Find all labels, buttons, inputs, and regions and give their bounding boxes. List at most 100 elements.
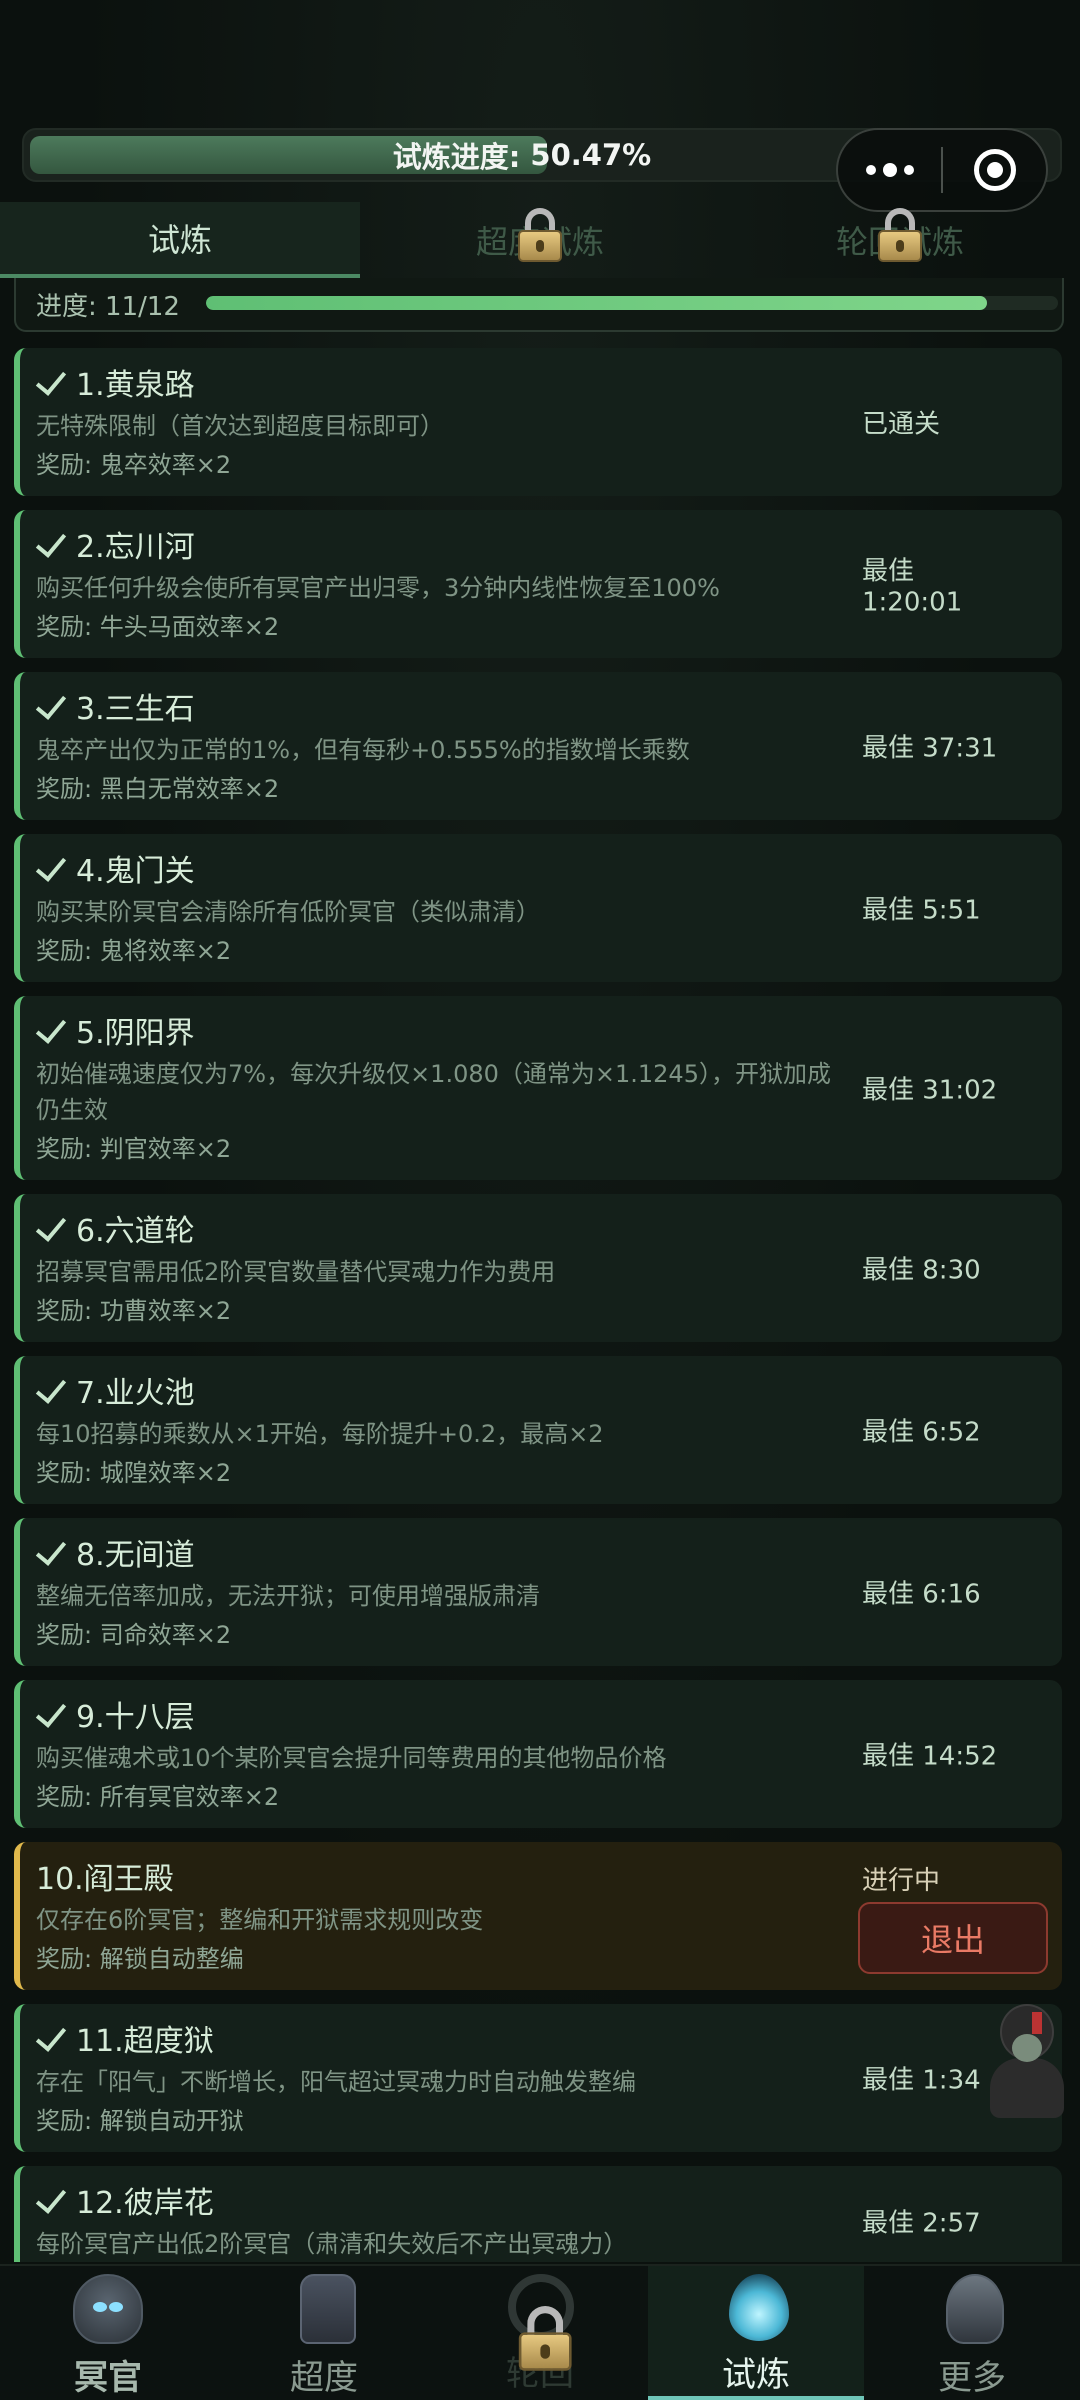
- trial-status: 最佳 2:57: [862, 2208, 981, 2239]
- nav-label: 试炼: [722, 2355, 790, 2395]
- trial-title-text: 6.六道轮: [76, 1214, 195, 1249]
- trial-title: 1.黄泉路: [36, 362, 1042, 403]
- close-miniprogram-button[interactable]: [943, 130, 1046, 210]
- nav-lunhui[interactable]: 轮回: [432, 2266, 648, 2400]
- trial-description: 每阶冥官产出低2阶冥官（肃清和失效后不产出冥魂力）: [36, 2230, 628, 2258]
- checkmark-icon: [36, 527, 70, 561]
- trial-status: 最佳 1:34: [862, 2065, 981, 2096]
- trial-title-text: 10.阎王殿: [36, 1862, 174, 1897]
- trial-card[interactable]: 2.忘川河 购买任何升级会使所有冥官产出归零，3分钟内线性恢复至100% 奖励: 牛…: [14, 510, 1062, 658]
- checkmark-icon: [36, 2183, 70, 2217]
- trial-title-text: 4.鬼门关: [76, 854, 195, 889]
- dot-icon: [882, 163, 897, 177]
- trial-title: 4.鬼门关: [36, 848, 1042, 889]
- nav-label: 超度: [290, 2358, 358, 2398]
- trial-description: 仅存在6阶冥官；整编和开狱需求规则改变: [36, 1906, 484, 1934]
- trial-card[interactable]: 6.六道轮招募冥官需用低2阶冥官数量替代冥魂力作为费用 奖励: 功曹效率×2 最佳 …: [14, 1194, 1062, 1342]
- nav-label: 冥官: [74, 2358, 142, 2398]
- trial-title-text: 7.业火池: [76, 1376, 195, 1411]
- miniprogram-capsule: [836, 128, 1048, 212]
- trial-reward: 奖励: 鬼卒效率×2: [36, 451, 232, 479]
- trial-title-text: 12.彼岸花: [76, 2186, 214, 2221]
- exit-trial-button[interactable]: 退出: [858, 1902, 1048, 1974]
- checkmark-icon: [36, 851, 70, 885]
- trial-count-bar: [206, 296, 1058, 310]
- trials-page: 试炼进度: 50.47% 试炼 超度试炼 轮回试炼: [0, 0, 1080, 2400]
- trial-title-text: 9.十八层: [76, 1700, 195, 1735]
- trial-status: 最佳 6:16: [862, 1579, 981, 1610]
- ghost-helper-avatar[interactable]: [986, 2004, 1066, 2122]
- tab-trial[interactable]: 试炼: [0, 202, 360, 278]
- checkmark-icon: [36, 365, 70, 399]
- trial-title-text: 3.三生石: [76, 692, 195, 727]
- trial-title: 11.超度狱: [36, 2018, 1042, 2059]
- trial-status: 进行中: [862, 1866, 941, 1896]
- trial-card[interactable]: 4.鬼门关 购买某阶冥官会清除所有低阶冥官（类似肃清） 奖励: 鬼将效率×2 最佳 5…: [14, 834, 1062, 982]
- spade-icon: [946, 2274, 1004, 2344]
- trial-progress-title: 试炼进度:: [392, 140, 521, 174]
- more-options-button[interactable]: [838, 130, 941, 210]
- skull-icon: [73, 2274, 143, 2344]
- trial-description: 整编无倍率加成，无法开狱；可使用增强版肃清: [36, 1582, 540, 1610]
- trial-card[interactable]: 3.三生石鬼卒产出仅为正常的1%，但有每秒+0.555%的指数增长乘数 奖励: 黑…: [14, 672, 1062, 820]
- checkmark-icon: [36, 2021, 70, 2055]
- nav-chaodu[interactable]: 超度: [216, 2266, 432, 2400]
- trial-status: 最佳 5:51: [862, 895, 981, 926]
- trial-card[interactable]: 1.黄泉路 无特殊限制（首次达到超度目标即可） 奖励: 鬼卒效率×2 已通关: [14, 348, 1062, 496]
- trial-status: 最佳 8:30: [862, 1255, 981, 1286]
- trial-card[interactable]: 12.彼岸花每阶冥官产出低2阶冥官（肃清和失效后不产出冥魂力） 最佳 2:57: [14, 2166, 1062, 2262]
- lock-icon: [874, 208, 926, 262]
- trial-reward: 奖励: 司命效率×2: [36, 1621, 232, 1649]
- trial-description: 购买催魂术或10个某阶冥官会提升同等费用的其他物品价格: [36, 1744, 667, 1772]
- trial-title-text: 5.阴阳界: [76, 1016, 195, 1051]
- trial-card[interactable]: 7.业火池每10招募的乘数从×1开始，每阶提升+0.2，最高×2 奖励: 城隍效率…: [14, 1356, 1062, 1504]
- trial-count-progress: 进度: 11/12: [14, 278, 1064, 332]
- trial-card[interactable]: 11.超度狱 存在「阳气」不断增长，阳气超过冥魂力时自动触发整编 奖励: 解锁自动开…: [14, 2004, 1062, 2152]
- tab-lunhui-trial[interactable]: 轮回试炼: [720, 202, 1080, 278]
- trial-title: 5.阴阳界: [36, 1010, 1042, 1051]
- checkmark-icon: [36, 1373, 70, 1407]
- trial-count-label: 进度: 11/12: [36, 291, 180, 322]
- trial-description: 初始催魂速度仅为7%，每次升级仅×1.080（通常为×1.1245），开狱加成仍…: [36, 1060, 831, 1124]
- trial-reward: 奖励: 解锁自动开狱: [36, 2107, 244, 2135]
- tab-chaodu-trial[interactable]: 超度试炼: [360, 202, 720, 278]
- nav-more[interactable]: 更多: [864, 2266, 1080, 2400]
- trial-card[interactable]: 9.十八层购买催魂术或10个某阶冥官会提升同等费用的其他物品价格 奖励: 所有冥官…: [14, 1680, 1062, 1828]
- checkmark-icon: [36, 1697, 70, 1731]
- trial-count-fill: [206, 296, 988, 310]
- trial-reward: 奖励: 功曹效率×2: [36, 1297, 232, 1325]
- trial-description: 每10招募的乘数从×1开始，每阶提升+0.2，最高×2: [36, 1420, 604, 1448]
- trial-status: 已通关: [862, 409, 941, 440]
- trial-reward: 奖励: 城隍效率×2: [36, 1459, 232, 1487]
- trial-tabs: 试炼 超度试炼 轮回试炼: [0, 202, 1080, 278]
- trial-title: 7.业火池: [36, 1370, 1042, 1411]
- trial-title-text: 2.忘川河: [76, 530, 195, 565]
- trial-status: 最佳 1:20:01: [862, 556, 963, 618]
- trial-progress-value: 50.47%: [530, 138, 652, 172]
- nav-officials[interactable]: 冥官: [0, 2266, 216, 2400]
- nav-label: 更多: [938, 2358, 1006, 2398]
- trial-title: 9.十八层: [36, 1694, 1042, 1735]
- checkmark-icon: [36, 1535, 70, 1569]
- trial-status: 最佳 31:02: [862, 1075, 998, 1106]
- trial-title-text: 1.黄泉路: [76, 368, 195, 403]
- dot-icon: [865, 165, 876, 175]
- dot-icon: [903, 165, 914, 175]
- trial-description: 鬼卒产出仅为正常的1%，但有每秒+0.555%的指数增长乘数: [36, 736, 690, 764]
- trial-title-text: 11.超度狱: [76, 2024, 214, 2059]
- trial-list[interactable]: 1.黄泉路 无特殊限制（首次达到超度目标即可） 奖励: 鬼卒效率×2 已通关 2.忘川河…: [14, 348, 1066, 2262]
- trial-description: 招募冥官需用低2阶冥官数量替代冥魂力作为费用: [36, 1258, 556, 1286]
- lantern-icon: [299, 2274, 356, 2344]
- trial-description: 购买某阶冥官会清除所有低阶冥官（类似肃清）: [36, 898, 540, 926]
- checkmark-icon: [36, 1211, 70, 1245]
- trial-status: 最佳 6:52: [862, 1417, 981, 1448]
- checkmark-icon: [36, 1013, 70, 1047]
- trial-card[interactable]: 8.无间道整编无倍率加成，无法开狱；可使用增强版肃清 奖励: 司命效率×2 最佳 6…: [14, 1518, 1062, 1666]
- nav-trial[interactable]: 试炼: [648, 2266, 864, 2400]
- trial-title: 8.无间道: [36, 1532, 1042, 1573]
- trial-reward: 奖励: 所有冥官效率×2: [36, 1783, 280, 1811]
- trial-description: 购买任何升级会使所有冥官产出归零，3分钟内线性恢复至100%: [36, 574, 720, 602]
- trial-card[interactable]: 5.阴阳界初始催魂速度仅为7%，每次升级仅×1.080（通常为×1.1245），…: [14, 996, 1062, 1180]
- trial-reward: 奖励: 黑白无常效率×2: [36, 775, 280, 803]
- trial-card[interactable]: 10.阎王殿 仅存在6阶冥官；整编和开狱需求规则改变 奖励: 解锁自动整编 进行中 退出: [14, 1842, 1062, 1990]
